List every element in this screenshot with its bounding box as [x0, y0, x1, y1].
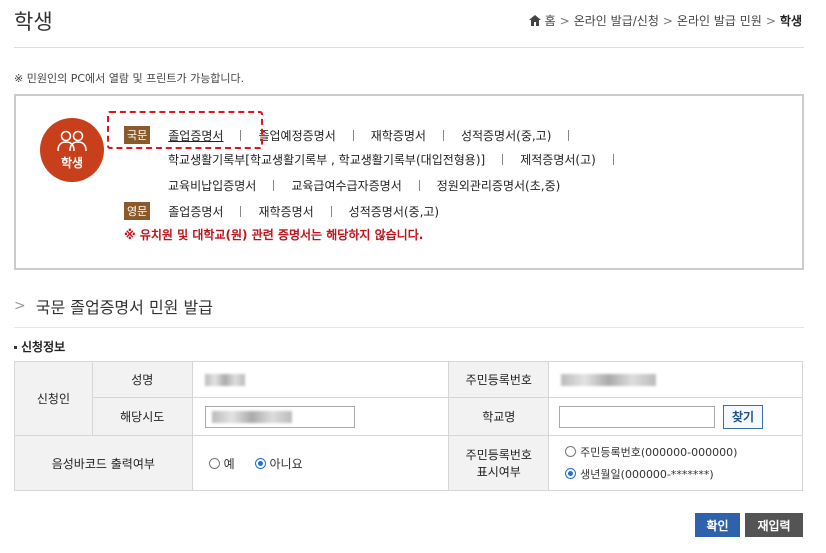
header-divider	[14, 47, 804, 48]
region-field[interactable]	[204, 405, 355, 428]
masked-region	[211, 410, 292, 423]
link-english-graduation-certificate[interactable]: 졸업증명서	[168, 203, 223, 220]
chevron-right-icon: >	[765, 13, 776, 28]
rrn-display-label-line2: 표시여부	[476, 465, 521, 479]
rrn-birth-label: 생년월일(000000-*******)	[580, 467, 714, 481]
students-icon	[57, 130, 87, 151]
section-divider	[14, 327, 804, 328]
rrn-full-label: 주민등록번호(000000-000000)	[580, 445, 738, 459]
region-cell	[191, 397, 450, 436]
barcode-label: 음성바코드 출력여부	[14, 435, 193, 491]
barcode-yes-label: 예	[223, 456, 235, 471]
name-label: 성명	[91, 361, 193, 398]
english-row: 영문 졸업증명서 재학증명서 성적증명서(중,고)	[124, 202, 439, 220]
link-divider	[612, 154, 614, 165]
bullet-icon	[14, 346, 17, 349]
masked-rrn	[561, 374, 657, 386]
domestic-row-2: 학교생활기록부[학교생활기록부 , 학교생활기록부(대입전형용)] 제적증명서(…	[168, 151, 631, 168]
barcode-no-radio[interactable]	[254, 457, 266, 469]
sub-title-text: 신청정보	[21, 340, 66, 354]
rrn-full-option[interactable]: 주민등록번호(000000-000000)	[565, 444, 737, 460]
exclusion-warning: ※ 유치원 및 대학교(원) 관련 증명서는 해당하지 않습니다.	[124, 228, 424, 242]
confirm-button[interactable]: 확인	[695, 513, 740, 537]
barcode-no-label: 아니요	[269, 456, 303, 471]
rrn-display-label: 주민등록번호 표시여부	[448, 435, 550, 491]
barcode-no-option[interactable]: 아니요	[254, 455, 303, 472]
link-divider	[502, 154, 504, 165]
breadcrumb-online-civil[interactable]: 온라인 발급 민원	[677, 12, 762, 29]
chevron-right-icon: >	[662, 13, 673, 28]
link-divider	[330, 205, 332, 217]
rrn-display-options: 주민등록번호(000000-000000) 생년월일(000000-******…	[548, 435, 803, 491]
chevron-right-icon: >	[559, 13, 570, 28]
rrn-label: 주민등록번호	[448, 361, 550, 398]
link-transcript[interactable]: 성적증명서(중,고)	[461, 127, 551, 144]
link-divider	[240, 205, 242, 217]
link-education-benefit-certificate[interactable]: 교육급여수급자증명서	[291, 177, 401, 194]
sub-title: 신청정보	[14, 338, 65, 355]
selected-highlight	[107, 111, 263, 149]
link-divider	[273, 180, 275, 191]
link-extra-quota-certificate[interactable]: 정원외관리증명서(초,중)	[437, 177, 561, 194]
applicant-header: 신청인	[14, 361, 93, 436]
application-form: 신청인 성명 주민등록번호 해당시도 학교명 찾기 음성바코드 출력여부 예 아…	[14, 361, 803, 491]
breadcrumb-home[interactable]: 홈	[545, 12, 556, 29]
link-expected-graduation-certificate[interactable]: 졸업예정증명서	[258, 127, 335, 144]
link-enrollment-certificate[interactable]: 재학증명서	[371, 127, 426, 144]
student-category-badge: 학생	[40, 118, 104, 182]
category-label: 학생	[60, 155, 84, 170]
link-english-transcript[interactable]: 성적증명서(중,고)	[349, 203, 439, 220]
link-divider	[568, 129, 570, 141]
barcode-yes-option[interactable]: 예	[208, 455, 235, 472]
link-divider	[442, 129, 444, 141]
reset-button[interactable]: 재입력	[745, 513, 803, 537]
breadcrumb: 홈 > 온라인 발급/신청 > 온라인 발급 민원 > 학생	[528, 12, 802, 29]
barcode-options: 예 아니요	[191, 435, 450, 491]
page-title: 학생	[14, 10, 53, 34]
chevron-right-icon: >	[14, 298, 26, 314]
region-label: 해당시도	[91, 397, 193, 436]
link-school-record[interactable]: 학교생활기록부[학교생활기록부 , 학교생활기록부(대입전형용)]	[168, 151, 485, 168]
section-title-text: 국문 졸업증명서 민원 발급	[35, 298, 213, 317]
link-english-enrollment-certificate[interactable]: 재학증명서	[258, 203, 313, 220]
rrn-display-label-line1: 주민등록번호	[465, 448, 532, 462]
rrn-birth-option[interactable]: 생년월일(000000-*******)	[565, 466, 714, 482]
name-value	[191, 361, 450, 398]
section-title: > 국문 졸업증명서 민원 발급	[14, 294, 213, 318]
find-school-button[interactable]: 찾기	[723, 404, 764, 429]
rrn-full-radio[interactable]	[565, 446, 577, 458]
rrn-value	[548, 361, 803, 398]
school-name-input[interactable]	[559, 405, 716, 428]
masked-name	[204, 374, 245, 386]
school-cell: 찾기	[548, 397, 803, 436]
link-divider	[418, 180, 420, 191]
link-expulsion-certificate[interactable]: 제적증명서(고)	[520, 151, 596, 168]
breadcrumb-current: 학생	[779, 14, 802, 28]
school-label: 학교명	[448, 397, 550, 436]
domestic-row-3: 교육비납입증명서 교육급여수급자증명서 정원외관리증명서(초,중)	[168, 177, 560, 194]
link-tuition-payment-certificate[interactable]: 교육비납입증명서	[168, 177, 256, 194]
barcode-yes-radio[interactable]	[208, 457, 220, 469]
link-divider	[352, 129, 354, 141]
print-notice: ※ 민원인의 PC에서 열람 및 프린트가 가능합니다.	[14, 72, 245, 85]
breadcrumb-online-issue[interactable]: 온라인 발급/신청	[574, 12, 659, 29]
home-icon[interactable]	[528, 15, 541, 26]
english-tag: 영문	[124, 202, 151, 220]
rrn-birth-radio[interactable]	[565, 468, 577, 480]
